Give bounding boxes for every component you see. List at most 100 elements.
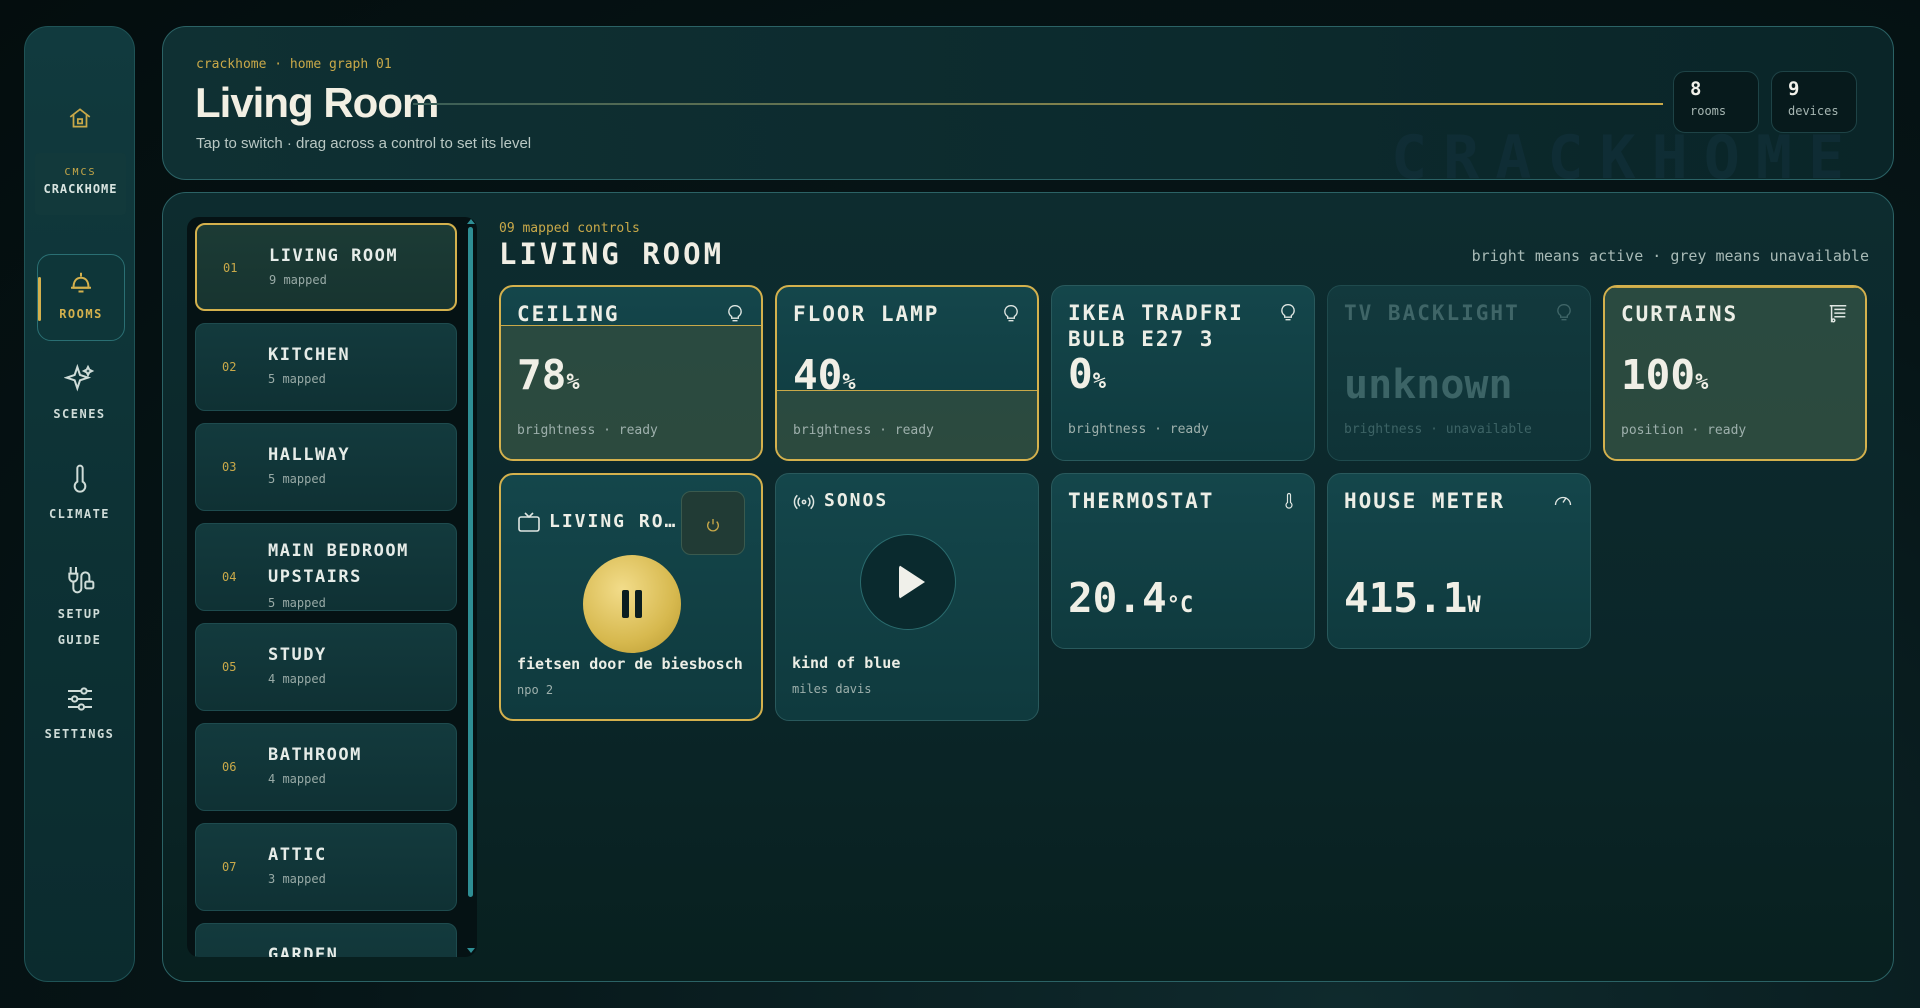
scroll-down-icon[interactable] [467,948,475,953]
bulb-icon [725,303,745,329]
sidebar-item-setup-guide[interactable]: SETUP GUIDE [25,563,134,653]
bulb-icon [1554,302,1574,328]
tile-thermostat[interactable]: THERMOSTAT 20.4°C [1051,473,1315,649]
speaker-waves-icon [792,492,816,516]
stat-value: 8 [1690,78,1702,100]
sidebar-item-settings[interactable]: SETTINGS [25,683,134,747]
room-name: ATTIC [268,845,327,865]
track-artist: miles davis [792,682,872,696]
header-hint: Tap to switch · drag across a control to… [196,135,532,152]
tile-name: TV BACKLIGHT [1344,301,1520,325]
tile-house-meter[interactable]: HOUSE METER 415.1W [1327,473,1591,649]
header-subtitle: crackhome · home graph 01 [196,57,392,72]
sidebar-item-label: CLIMATE [48,507,111,521]
tile-value: 78 [517,351,567,399]
tile-value: 0 [1068,350,1093,398]
bulb-icon [1278,302,1298,328]
room-mapped: 5 mapped [268,596,326,610]
room-list: 01 LIVING ROOM 9 mapped 02 KITCHEN 5 map… [187,217,477,957]
room-item-bathroom[interactable]: 06 BATHROOM 4 mapped [195,723,457,811]
scroll-up-icon[interactable] [467,219,475,224]
home-icon[interactable] [25,105,134,135]
tv-icon [517,511,541,539]
sidebar-item-label: SETTINGS [44,727,115,741]
room-mapped: 9 mapped [269,273,327,287]
tile-name: SONOS [824,490,889,511]
sidebar-item-rooms[interactable]: ROOMS [37,254,125,341]
tile-sonos[interactable]: SONOS kind of blue miles davis [775,473,1039,721]
tile-meta: brightness · ready [517,423,658,438]
controls-title: LIVING ROOM [499,237,725,271]
controls-legend: bright means active · grey means unavail… [1471,247,1869,265]
tile-ikea-tradfri[interactable]: IKEA TRADFRI BULB E27 3 0% brightness · … [1051,285,1315,461]
tile-name: FLOOR LAMP [793,302,940,326]
blinds-icon [1827,303,1849,329]
room-number: 07 [222,860,237,874]
room-name: MAIN BEDROOM UPSTAIRS [268,541,409,587]
tile-name: CURTAINS [1621,302,1739,326]
plug-icon [67,567,94,594]
room-item-attic[interactable]: 07 ATTIC 3 mapped [195,823,457,911]
sliders-icon [67,687,92,711]
tile-meta: brightness · ready [793,423,934,438]
room-number: 01 [223,261,238,275]
room-list-scrollbar[interactable] [468,227,473,897]
room-item-study[interactable]: 05 STUDY 4 mapped [195,623,457,711]
room-mapped: 4 mapped [268,772,326,786]
room-mapped: 5 mapped [268,472,326,486]
tile-unit: % [1695,370,1709,395]
brand-small: CMCS [64,167,97,178]
room-name: HALLWAY [268,445,351,465]
track-title: kind of blue [792,654,901,672]
tile-floor-lamp[interactable]: FLOOR LAMP 40% brightness · ready [775,285,1039,461]
tile-value: 415.1 [1344,574,1468,622]
room-number: 05 [222,660,237,674]
room-name: GARDEN [268,945,339,957]
room-name: KITCHEN [268,345,351,365]
play-button[interactable] [860,534,956,630]
tile-name: HOUSE METER [1344,489,1506,513]
track-artist: npo 2 [517,683,554,697]
room-item-hallway[interactable]: 03 HALLWAY 5 mapped [195,423,457,511]
power-button[interactable] [681,491,745,555]
tile-name: LIVING RO… [549,511,678,532]
room-name: STUDY [268,645,327,665]
room-number: 04 [222,570,237,584]
sidebar-item-scenes[interactable]: SCENES [25,363,134,427]
tile-meta: brightness · unavailable [1344,422,1532,437]
sidebar-item-climate[interactable]: CLIMATE [25,463,134,527]
tile-living-room-media[interactable]: LIVING RO… fietsen door de biesbosch npo… [499,473,763,721]
tile-unit: % [842,370,856,395]
power-icon [707,518,719,532]
tile-value: unknown [1344,362,1513,408]
room-item-main-bedroom-upstairs[interactable]: 04 MAIN BEDROOM UPSTAIRS 5 mapped [195,523,457,611]
tile-name: THERMOSTAT [1068,489,1215,513]
tile-curtains[interactable]: CURTAINS 100% position · ready [1603,285,1867,461]
sidebar-item-label: ROOMS [59,307,103,321]
stat-value: 9 [1788,78,1800,100]
room-number: 03 [222,460,237,474]
gauge-icon [1552,490,1574,514]
thermometer-icon [73,464,86,493]
room-item-living-room[interactable]: 01 LIVING ROOM 9 mapped [195,223,457,311]
tile-unit: % [1092,369,1106,394]
tile-value: 100 [1621,351,1696,399]
room-item-garden[interactable]: GARDEN [195,923,457,957]
room-name: LIVING ROOM [269,246,399,266]
track-title: fietsen door de biesbosch [517,655,743,673]
header-divider [413,103,1663,105]
tile-value: 40 [793,351,843,399]
tile-unit: °C [1166,593,1194,618]
tile-unit: W [1467,593,1481,618]
bulb-icon [1001,303,1021,329]
tile-ceiling[interactable]: CEILING 78% brightness · ready [499,285,763,461]
pause-button[interactable] [583,555,681,653]
tile-value: 20.4 [1068,574,1167,622]
room-item-kitchen[interactable]: 02 KITCHEN 5 mapped [195,323,457,411]
brand-name: CRACKHOME [43,182,118,196]
page-header: CRACKHOME crackhome · home graph 01 Livi… [162,26,1894,180]
stat-label: rooms [1690,104,1727,118]
tile-name: IKEA TRADFRI BULB E27 3 [1068,301,1244,351]
tile-tv-backlight: TV BACKLIGHT unknown brightness · unavai… [1327,285,1591,461]
room-number: 02 [222,360,237,374]
